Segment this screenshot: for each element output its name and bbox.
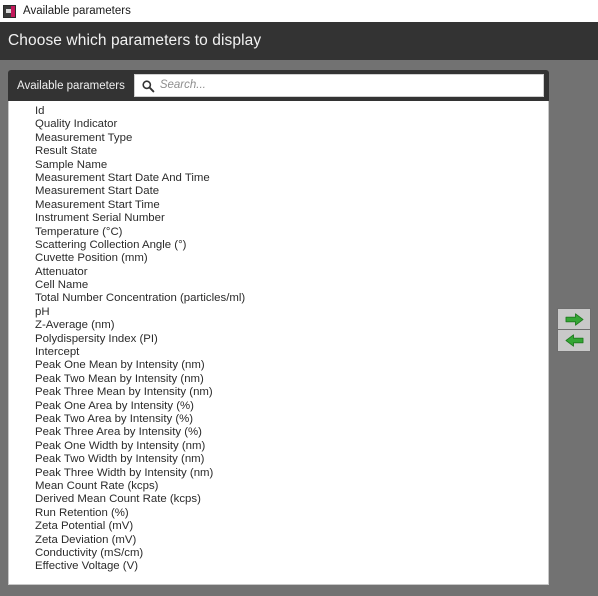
list-item[interactable]: Polydispersity Index (PI) (9, 333, 548, 346)
list-item-label: Peak Three Mean by Intensity (nm) (35, 386, 213, 399)
window-titlebar: Available parameters (0, 0, 598, 22)
list-item[interactable]: Conductivity (mS/cm) (9, 547, 548, 560)
list-item[interactable]: Quality Indicator (9, 118, 548, 131)
list-item[interactable]: Measurement Start Time (9, 199, 548, 212)
transfer-button-group (557, 308, 591, 352)
list-item-label: Peak One Area by Intensity (%) (35, 399, 194, 412)
list-item[interactable]: Derived Mean Count Rate (kcps) (9, 493, 548, 506)
add-parameter-button[interactable] (557, 308, 591, 330)
list-item[interactable]: Peak Three Width by Intensity (nm) (9, 467, 548, 480)
list-item-label: Conductivity (mS/cm) (35, 546, 144, 559)
list-item-label: Temperature (°C) (35, 225, 123, 238)
list-item-label: Peak Two Mean by Intensity (nm) (35, 372, 204, 385)
arrow-right-icon (565, 312, 583, 326)
list-item[interactable]: Run Retention (%) (9, 507, 548, 520)
panel-toolbar: Available parameters (8, 70, 549, 101)
list-item[interactable]: Cell Name (9, 279, 548, 292)
list-item-label: Intercept (35, 346, 80, 359)
list-item[interactable]: Scattering Collection Angle (°) (9, 239, 548, 252)
list-item[interactable]: Zeta Deviation (mV) (9, 534, 548, 547)
window-title: Available parameters (23, 4, 131, 17)
arrow-left-icon (565, 334, 583, 347)
list-item-label: Total Number Concentration (particles/ml… (35, 292, 246, 305)
list-item[interactable]: Peak Two Area by Intensity (%) (9, 413, 548, 426)
list-item-label: Effective Voltage (V) (35, 560, 138, 573)
list-item-label: Instrument Serial Number (35, 212, 165, 225)
dialog-body: Available parameters IdQuality Indicator… (0, 60, 598, 596)
list-item-label: Peak Two Width by Intensity (nm) (35, 453, 205, 466)
list-item-label: Run Retention (%) (35, 506, 129, 519)
list-item[interactable]: Peak Three Area by Intensity (%) (9, 426, 548, 439)
list-item[interactable]: Peak One Width by Intensity (nm) (9, 440, 548, 453)
dialog-header: Choose which parameters to display (0, 22, 598, 60)
list-item[interactable]: Effective Voltage (V) (9, 560, 548, 573)
page-title: Choose which parameters to display (8, 32, 262, 49)
list-item-label: pH (35, 305, 50, 318)
list-item-label: Zeta Deviation (mV) (35, 533, 137, 546)
list-item[interactable]: Mean Count Rate (kcps) (9, 480, 548, 493)
list-item-label: Attenuator (35, 265, 88, 278)
parameters-list-panel[interactable]: Id Quality Indicator Measurement Type Resul… (8, 101, 549, 585)
tab-label: Available parameters (17, 79, 125, 92)
list-item[interactable]: Measurement Start Date And Time (9, 172, 548, 185)
search-icon (142, 79, 155, 92)
list-item[interactable]: Peak Two Width by Intensity (nm) (9, 453, 548, 466)
list-item[interactable]: Cuvette Position (mm) (9, 252, 548, 265)
list-item[interactable]: Sample Name (9, 159, 548, 172)
list-item-label: Peak Three Area by Intensity (%) (35, 426, 202, 439)
app-icon (3, 4, 16, 18)
list-item[interactable]: Peak One Mean by Intensity (nm) (9, 359, 548, 372)
list-item[interactable]: Attenuator (9, 266, 548, 279)
search-field[interactable] (133, 74, 544, 97)
available-parameters-panel: Available parameters IdQuality Indicator… (8, 70, 549, 585)
list-item-label: Cuvette Position (mm) (35, 252, 148, 265)
list-item-label: Mean Count Rate (kcps) (35, 479, 159, 492)
list-item[interactable]: Z-Average (nm) (9, 319, 548, 332)
list-item[interactable]: Result State (9, 145, 548, 158)
list-item-label: Id (35, 105, 45, 117)
list-item-label: Polydispersity Index (PI) (35, 332, 158, 345)
list-item-label: Cell Name (35, 279, 89, 292)
available-parameters-dialog: Available parameters Choose which parame… (0, 0, 598, 596)
list-item-label: Derived Mean Count Rate (kcps) (35, 493, 201, 506)
list-item[interactable]: Peak Two Mean by Intensity (nm) (9, 373, 548, 386)
list-item-label: Measurement Type (35, 131, 133, 144)
list-item[interactable]: Peak One Area by Intensity (%) (9, 400, 548, 413)
list-item-label: Sample Name (35, 158, 108, 171)
list-item-label: Zeta Potential (mV) (35, 520, 134, 533)
list-item[interactable]: Zeta Potential (mV) (9, 520, 548, 533)
list-item-label: Measurement Start Date (35, 185, 160, 198)
list-item-label: Peak One Mean by Intensity (nm) (35, 359, 205, 372)
list-item-label: Measurement Start Date And Time (35, 171, 210, 184)
list-item[interactable]: Measurement Start Date (9, 185, 548, 198)
list-item-label: Scattering Collection Angle (°) (35, 238, 187, 251)
list-item-label: Measurement Start Time (35, 198, 160, 211)
list-item[interactable]: Total Number Concentration (particles/ml… (9, 292, 548, 305)
parameters-list: Id Quality Indicator Measurement Type Resul… (9, 101, 548, 574)
list-item[interactable]: Measurement Type (9, 132, 548, 145)
tab-available-parameters[interactable]: Available parameters (8, 70, 134, 101)
list-item[interactable]: Instrument Serial Number (9, 212, 548, 225)
list-item[interactable]: Id (9, 105, 548, 118)
list-item-label: Quality Indicator (35, 118, 118, 131)
list-item[interactable]: Intercept (9, 346, 548, 359)
list-item-label: Peak One Width by Intensity (nm) (35, 439, 206, 452)
list-item[interactable]: pH (9, 306, 548, 319)
list-item-label: Z-Average (nm) (35, 319, 115, 332)
remove-parameter-button[interactable] (557, 330, 591, 352)
list-item-label: Result State (35, 145, 98, 158)
list-item[interactable]: Peak Three Mean by Intensity (nm) (9, 386, 548, 399)
list-item-label: Peak Three Width by Intensity (nm) (35, 466, 214, 479)
list-item[interactable]: Temperature (°C) (9, 226, 548, 239)
list-item-label: Peak Two Area by Intensity (%) (35, 412, 194, 425)
search-input[interactable] (159, 76, 543, 95)
